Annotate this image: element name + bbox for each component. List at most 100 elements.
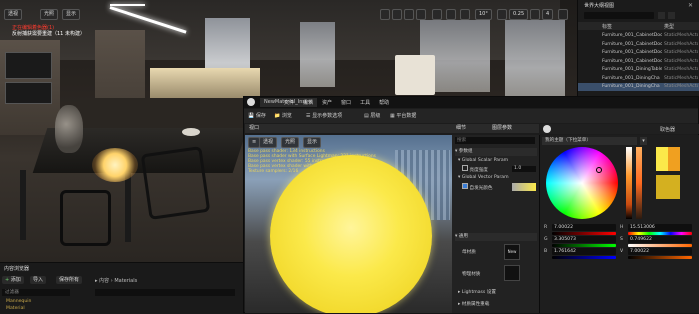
angle-snap-icon[interactable] [497, 9, 507, 20]
menu-window[interactable]: 窗口 [341, 99, 351, 106]
glass-vase [55, 105, 83, 153]
section-parameter-groups[interactable]: ▾ 参数组 [455, 148, 537, 156]
details-search-input[interactable]: 搜索 [455, 137, 535, 144]
red-slider[interactable] [552, 232, 616, 235]
reflection-capture-warning: 反射捕获需要重建（11 未构建） [12, 31, 85, 37]
hue-slider[interactable] [628, 232, 692, 235]
checkbox[interactable] [462, 183, 468, 189]
hue-input[interactable]: 15.513006 [628, 224, 692, 231]
hierarchy-button[interactable]: ▤ 层级 [364, 111, 380, 121]
column-type[interactable]: 类型 [664, 23, 674, 30]
outliner-row[interactable]: Furniture_001_CabinetDoor StaticMeshActor [578, 32, 699, 40]
section-lightmass[interactable]: ▸ Lightmass 设置 [458, 289, 496, 297]
settings-icon[interactable] [668, 12, 675, 19]
preview-show[interactable]: 显示 [303, 137, 322, 148]
outliner-row[interactable]: Furniture_001_DiningCha StaticMeshActor [578, 75, 699, 83]
phys-mat-thumbnail[interactable] [504, 265, 520, 281]
maximize-viewport-icon[interactable] [558, 9, 568, 20]
camera-speed-icon[interactable] [530, 9, 540, 20]
viewport-show-button[interactable]: 显示 [62, 9, 81, 20]
menu-file[interactable]: 文件 [284, 99, 294, 106]
outliner-row[interactable]: Furniture_001_CabinetDoor StaticMeshActor [578, 49, 699, 57]
save-all-button[interactable]: 保存所有 [56, 276, 83, 284]
move-icon[interactable] [392, 9, 402, 20]
b-label: B [544, 249, 548, 254]
section-scalar[interactable]: ▾ Global Scalar Param [458, 157, 508, 165]
content-browser-tab[interactable]: 内容浏览器 [4, 265, 29, 272]
save-button[interactable]: 💾 保存 [248, 111, 266, 121]
green-input[interactable]: 3.305073 [552, 236, 616, 243]
world-icon[interactable] [432, 9, 442, 20]
filter-icon[interactable] [658, 12, 665, 19]
column-label[interactable]: 标签 [602, 23, 612, 30]
preview-sphere [270, 155, 432, 313]
select-mode-icon[interactable] [380, 9, 390, 20]
preview-lighting[interactable]: 光照 [281, 137, 300, 148]
green-slider[interactable] [552, 244, 616, 247]
section-material-props[interactable]: ▸ 材质属性重载 [458, 301, 489, 309]
chevron-down-icon[interactable]: ▾ [640, 137, 647, 145]
rotate-icon[interactable] [404, 9, 414, 20]
section-general[interactable]: ▾ 通用 [455, 233, 537, 241]
outliner-row[interactable]: Furniture_001_DiningTable StaticMeshActor [578, 66, 699, 74]
color-wheel[interactable] [546, 147, 618, 219]
layer-params-tab[interactable]: 图层参数 [492, 124, 512, 133]
menu-tools[interactable]: 工具 [360, 99, 370, 106]
red-input[interactable]: 7.00022 [552, 224, 616, 231]
blue-input[interactable]: 1.761642 [552, 248, 616, 255]
menu-asset[interactable]: 资产 [322, 99, 332, 106]
close-icon[interactable]: ✕ [688, 2, 695, 9]
material-instance-editor: NewMaterial_Inst ✕ 文件 编辑 资产 窗口 工具 帮助 💾 保… [243, 96, 699, 313]
viewport-perspective-button[interactable]: 透视 [4, 9, 23, 20]
breadcrumb-item[interactable]: Materials [114, 278, 137, 284]
menu-help[interactable]: 帮助 [379, 99, 389, 106]
emissive-color-swatch[interactable] [512, 183, 536, 191]
unreal-logo-icon [247, 98, 255, 106]
checkbox[interactable] [462, 165, 468, 171]
parent-thumbnail[interactable]: New [504, 244, 520, 260]
material-preview[interactable]: ≡ 透视 光照 显示 Base pass shader: 134 instruc… [245, 135, 452, 313]
menu-edit[interactable]: 编辑 [303, 99, 313, 106]
row-name: Furniture_001_CabinetDoor [602, 58, 662, 64]
alpha-slider[interactable] [636, 147, 642, 219]
breadcrumb-item[interactable]: 内容 [99, 278, 109, 284]
add-button[interactable]: + 添加 [2, 276, 24, 284]
section-vector[interactable]: ▾ Global Vector Param [458, 174, 509, 182]
platform-data-button[interactable]: ▦ 平台数据 [390, 111, 416, 121]
browse-button[interactable]: 📁 浏览 [274, 111, 292, 121]
filter-button[interactable]: 过滤器 [2, 289, 70, 296]
camera-speed-value[interactable]: 4 [542, 9, 554, 20]
outliner-row[interactable]: Furniture_001_CabinetDoor StaticMeshActor [578, 41, 699, 49]
row-type: StaticMeshActor [664, 75, 698, 81]
saturation-input[interactable]: 0.749622 [628, 236, 692, 243]
folder-item[interactable]: Mannequin [6, 299, 31, 304]
viewport-tab[interactable]: 视口 [245, 124, 452, 133]
saturation-slider[interactable] [628, 244, 692, 247]
grid-snap-value[interactable]: 10° [475, 9, 492, 20]
snap-icon[interactable] [446, 9, 456, 20]
dining-chair [140, 146, 211, 220]
blue-slider[interactable] [552, 256, 616, 259]
outliner-row[interactable]: Furniture_001_CabinetDoor StaticMeshActor [578, 58, 699, 66]
details-tab[interactable]: 细节 [456, 124, 466, 133]
value-bar[interactable] [628, 256, 692, 259]
outliner-search-input[interactable] [584, 12, 654, 19]
value-slider[interactable] [626, 147, 632, 219]
section-label: 参数组 [458, 149, 473, 154]
color-wheel-cursor[interactable] [596, 167, 602, 173]
asset-search-input[interactable] [95, 289, 235, 296]
theme-dropdown[interactable]: 我的主题（下拉菜单） [542, 137, 637, 145]
scale-snap-value[interactable]: 0.25 [509, 9, 529, 20]
show-params-button[interactable]: ☰ 显示参数选项 [306, 111, 342, 121]
table-leg [125, 172, 131, 242]
grid-icon[interactable] [460, 9, 470, 20]
value-input[interactable]: 7.00022 [628, 248, 692, 255]
preview-perspective[interactable]: 透视 [259, 137, 278, 148]
folder-item[interactable]: Material [6, 306, 25, 311]
scale-icon[interactable] [416, 9, 426, 20]
row-name: Furniture_001_DiningTable [602, 67, 662, 72]
import-button[interactable]: 导入 [30, 276, 47, 284]
scalar-value-input[interactable]: 1.0 [512, 166, 536, 172]
outliner-row-selected[interactable]: Furniture_001_DiningCha StaticMeshActor [578, 83, 699, 91]
viewport-lighting-button[interactable]: 光照 [40, 9, 59, 20]
